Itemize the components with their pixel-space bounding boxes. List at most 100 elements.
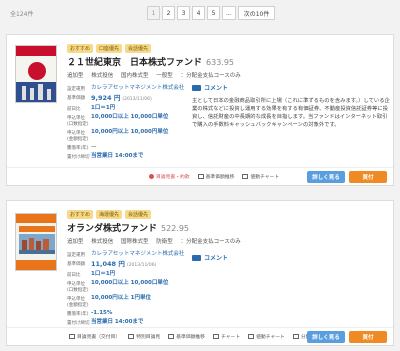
fund-card: おすすめ 海運優先 会話優先 オランダ株式ファンド 522.95 追加型 株式投信… <box>6 200 394 346</box>
return-rate: — <box>91 143 97 150</box>
category: 国内株式型 <box>121 73 149 79</box>
comment-section: コメント 主として日本の金融商品取引所に上場（これに準ずるものを含みます。）して… <box>192 83 392 130</box>
unit-value: 1口＝1円 <box>91 270 116 277</box>
fund-tags: おすすめ 口座優先 会話優先 <box>67 44 154 53</box>
label: 基準価額 <box>67 262 85 267</box>
page-ellipsis: ... <box>222 6 236 20</box>
nav-date: (2013/11/06) <box>126 263 157 268</box>
fund-brochure-image <box>15 213 57 271</box>
fund-tags: おすすめ 海運優先 会話優先 <box>67 210 154 219</box>
page-5[interactable]: 5 <box>207 6 220 20</box>
tag: おすすめ <box>67 210 94 219</box>
document-icon <box>128 334 135 339</box>
unit-value: 1口＝1円 <box>91 104 116 111</box>
next-page-button[interactable]: 次の10件 <box>237 6 276 20</box>
chart-icon <box>248 334 255 339</box>
label: 設定運用 <box>67 87 85 92</box>
fund-name[interactable]: ２１世紀東京 日本株式ファンド 633.95 <box>67 55 234 68</box>
chart-icon <box>242 174 249 179</box>
link-label[interactable]: チャート <box>221 333 240 340</box>
unit-shares: 10,000口以上 10,000口単位 <box>91 113 169 120</box>
deadline: 当営業日 14:00まで <box>91 318 144 325</box>
link-label[interactable]: 基準価額推移 <box>206 173 235 180</box>
chart-icon <box>197 174 204 179</box>
fund-name[interactable]: オランダ株式ファンド 522.95 <box>67 221 189 234</box>
document-icon <box>69 334 75 339</box>
price-chart-link[interactable]: 値動チャート <box>242 173 279 180</box>
comment-icon <box>192 254 201 261</box>
link-label[interactable]: 値動チャート <box>250 173 279 180</box>
comment-section: コメント <box>192 253 392 268</box>
fund-name-text[interactable]: オランダ株式ファンド <box>67 224 157 234</box>
nav-history-link[interactable]: 基準価額推移 <box>168 333 205 340</box>
fund-categories: 追加型 株式投信 国内株式型 一般型 ：分配金支払コースのみ <box>67 71 247 79</box>
link-label[interactable]: 目論見書（交付目） <box>77 333 120 340</box>
comment-text: 主として日本の金融商品取引所に上場（これに準ずるものを含みます。）している企業の… <box>192 98 390 128</box>
comment-title: コメント <box>204 255 229 262</box>
pager-bar: 全124件 1 2 3 4 5 ... 次の10件 <box>0 0 400 27</box>
category: ：分配金支払コースのみ <box>180 239 241 245</box>
nav-date: (2013/11/06) <box>122 97 152 102</box>
buy-button[interactable]: 買付 <box>349 171 387 183</box>
chart-icon <box>212 334 219 339</box>
label: 基準価額 <box>67 96 85 101</box>
comment-title: コメント <box>204 85 229 92</box>
page-2[interactable]: 2 <box>162 6 175 20</box>
tag: 会話優先 <box>125 210 152 219</box>
warning-icon <box>149 174 154 179</box>
label: 申込単位(金額指定) <box>67 296 89 308</box>
category: 株式投信 <box>91 239 114 245</box>
prospectus-link[interactable]: 目論見書（交付目） <box>69 333 120 340</box>
link-label[interactable]: 値動チャート <box>256 333 285 340</box>
unit-shares: 10,000口以上 10,000口単位 <box>91 279 169 286</box>
label: 置付け締切 <box>67 154 90 160</box>
category: 株式投信 <box>91 73 114 79</box>
category: 一般型 <box>156 73 173 79</box>
comment-header: コメント <box>192 253 392 262</box>
label: 設定運用 <box>67 253 85 258</box>
action-bar: 目論見書（交付目） 特別目論見 基準価額推移 チャート 値動チャート 分配金実績… <box>7 327 393 345</box>
buy-button[interactable]: 買付 <box>349 331 387 343</box>
page-4[interactable]: 4 <box>192 6 205 20</box>
nav-value: 9,924 円 <box>91 94 121 102</box>
link-label[interactable]: 基準価額推移 <box>176 333 205 340</box>
price-chart-link[interactable]: 値動チャート <box>248 333 285 340</box>
tag: 海運優先 <box>96 210 123 219</box>
fund-brochure-image <box>15 45 57 103</box>
tag: おすすめ <box>67 44 94 53</box>
label: 置付け締切 <box>67 320 90 326</box>
fund-name-text[interactable]: ２１世紀東京 日本株式ファンド <box>67 58 202 68</box>
link-label[interactable]: 特別目論見 <box>136 333 160 340</box>
fund-code: 522.95 <box>161 224 190 233</box>
chart-link[interactable]: チャート <box>212 333 240 340</box>
tag: 口座優先 <box>96 44 123 53</box>
tag: 会話優先 <box>125 44 152 53</box>
action-bar: 目論見書・約款 基準価額推移 値動チャート 詳しく見る 買付 <box>7 167 393 185</box>
fund-details: 設定運用 カレラアセットマネジメント株式会社 基準価額 9,924 円 (2013/1… <box>67 85 187 162</box>
category: 防衛型 <box>156 239 173 245</box>
fund-categories: 追加型 株式投信 国際株式型 防衛型 ：分配金支払コースのみ <box>67 237 247 245</box>
detail-button[interactable]: 詳しく見る <box>307 331 345 343</box>
nav-history-link[interactable]: 基準価額推移 <box>197 173 235 180</box>
nav-price: 9,924 円 (2013/11/06) <box>91 94 152 103</box>
category: 追加型 <box>67 239 84 245</box>
clock-icon <box>292 334 299 339</box>
category: ：分配金支払コースのみ <box>180 73 241 79</box>
page-3[interactable]: 3 <box>177 6 190 20</box>
link-label[interactable]: 目論見書・約款 <box>156 173 190 180</box>
nav-value: 11,048 円 <box>91 260 125 268</box>
prospectus-link[interactable]: 目論見書・約款 <box>149 173 190 180</box>
detail-button[interactable]: 詳しく見る <box>307 171 345 183</box>
fund-code: 633.95 <box>206 58 235 67</box>
label: 前日比 <box>67 272 81 278</box>
page-1[interactable]: 1 <box>147 6 160 20</box>
deadline: 当営業日 14:00まで <box>91 152 144 159</box>
management-company[interactable]: カレラアセットマネジメント株式会社 <box>91 251 184 258</box>
management-company[interactable]: カレラアセットマネジメント株式会社 <box>91 85 184 92</box>
chart-icon <box>168 334 175 339</box>
result-count: 全124件 <box>10 11 34 18</box>
special-prospectus-link[interactable]: 特別目論見 <box>128 333 160 340</box>
label: 騰落率(年) <box>67 311 89 317</box>
fund-details: 設定運用 カレラアセットマネジメント株式会社 基準価額 11,048 円 (2013/… <box>67 251 187 328</box>
return-rate: -1.15% <box>91 309 113 316</box>
